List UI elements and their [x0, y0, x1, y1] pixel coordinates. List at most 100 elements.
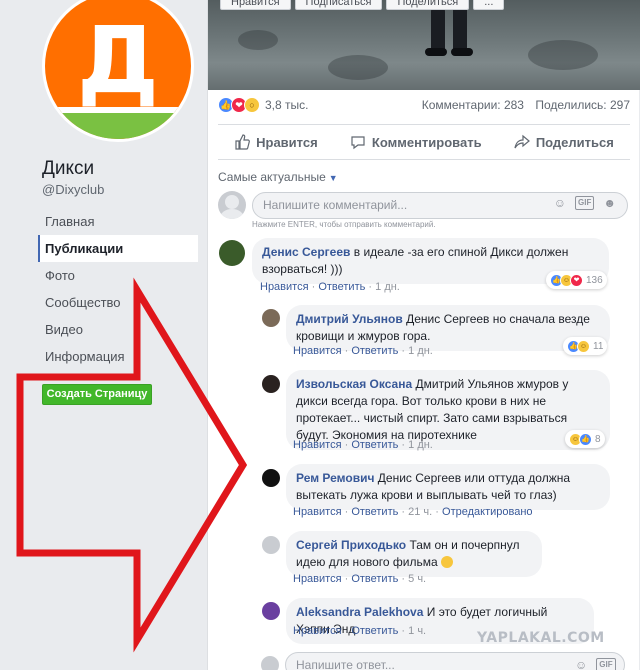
comment-reply-link[interactable]: Ответить [351, 506, 398, 518]
post-card: Нравится Подписаться Поделиться ... 👍 ❤ … [207, 0, 640, 670]
nav-item-community[interactable]: Сообщество [38, 289, 198, 316]
share-button[interactable]: Поделиться [514, 134, 614, 150]
gif-icon[interactable]: GIF [596, 658, 616, 670]
comment-reactions[interactable]: 👍 ☺ ❤ 136 [546, 271, 607, 289]
comment-meta: Нравится · Ответить · 1 дн. [260, 281, 400, 293]
emoji-icon[interactable]: ☺ [575, 658, 587, 670]
comment-reply-link[interactable]: Ответить [351, 573, 398, 585]
thumbs-up-icon [235, 134, 250, 150]
reply-input[interactable]: Напишите ответ... [285, 652, 625, 670]
page-title[interactable]: Дикси [42, 158, 94, 180]
page-handle[interactable]: @Dixyclub [42, 182, 104, 197]
comment-reply-link[interactable]: Ответить [351, 439, 398, 451]
avatar[interactable] [262, 375, 280, 393]
comment-reply-link[interactable]: Ответить [351, 625, 398, 637]
comment-author[interactable]: Извольская Оксана [296, 377, 412, 391]
avatar[interactable] [219, 240, 245, 266]
reaction-count: 136 [586, 274, 603, 286]
speech-bubble-icon [351, 136, 365, 150]
sticker-icon[interactable]: ☻ [603, 196, 616, 210]
create-page-button[interactable]: Создать Страницу [42, 384, 152, 405]
comment-meta: Нравится · Ответить · 21 ч. · Отредактир… [293, 506, 533, 518]
page-logo[interactable]: Д [42, 0, 194, 142]
avatar[interactable] [262, 536, 280, 554]
photo-texture [238, 30, 278, 50]
comment-author[interactable]: Дмитрий Ульянов [296, 312, 403, 326]
comment-like-link[interactable]: Нравится [260, 281, 309, 293]
avatar[interactable] [262, 602, 280, 620]
comment-bubble: Рем Ремович Денис Сергеев или оттуда дол… [286, 464, 610, 510]
comment-bubble: Сергей Приходько Там он и почерпнул идею… [286, 531, 542, 577]
nav-item-home[interactable]: Главная [38, 208, 198, 235]
photo-texture [528, 40, 598, 70]
grin-emoji-icon [440, 556, 453, 568]
post-photo[interactable]: Нравится Подписаться Поделиться ... [208, 0, 640, 90]
comment-button[interactable]: Комментировать [350, 134, 482, 150]
nav-item-posts[interactable]: Публикации [38, 235, 198, 262]
gif-icon[interactable]: GIF [575, 196, 595, 210]
reply-input-tools: ☺ GIF [575, 658, 616, 670]
comment-like-link[interactable]: Нравится [293, 625, 342, 637]
page-nav: Главная Публикации Фото Сообщество Видео… [38, 208, 198, 370]
comment-time[interactable]: 21 ч. [408, 506, 432, 518]
watermark: YAPLAKAL.COM [477, 630, 605, 646]
comment-like-link[interactable]: Нравится [293, 439, 342, 451]
reaction-summary[interactable]: 👍 ❤ ○ 3,8 тыс. [218, 97, 308, 113]
like-label: Нравится [256, 134, 318, 150]
comment-reply-link[interactable]: Ответить [318, 281, 365, 293]
avatar[interactable] [262, 309, 280, 327]
avatar [261, 656, 279, 670]
comment-reactions[interactable]: ☺ 👍 8 [565, 430, 605, 448]
comment-time[interactable]: 5 ч. [408, 573, 426, 585]
comment-label: Комментировать [371, 134, 482, 150]
comment-meta: Нравится · Ответить · 1 дн. [293, 345, 433, 357]
like-page-button[interactable]: Нравится [220, 0, 291, 10]
comments-count[interactable]: Комментарии: 283 [422, 98, 524, 112]
post-counts: Комментарии: 283 Поделились: 297 [414, 98, 630, 112]
comment-meta: Нравится · Ответить · 1 дн. [293, 439, 433, 451]
nav-item-photos[interactable]: Фото [38, 262, 198, 289]
share-label: Поделиться [535, 134, 614, 150]
comment-time[interactable]: 1 дн. [408, 439, 433, 451]
comment-author[interactable]: Aleksandra Palekhova [296, 605, 423, 619]
comment-like-link[interactable]: Нравится [293, 345, 342, 357]
comment-author[interactable]: Рем Ремович [296, 471, 374, 485]
photo-texture [328, 55, 388, 80]
love-reaction-icon: ❤ [570, 273, 583, 287]
comment-meta: Нравится · Ответить · 1 ч. [293, 625, 427, 637]
like-button[interactable]: Нравится [234, 134, 318, 150]
nav-item-videos[interactable]: Видео [38, 316, 198, 343]
comment-meta: Нравится · Ответить · 5 ч. [293, 573, 427, 585]
comment-reply-link[interactable]: Ответить [351, 345, 398, 357]
reaction-count: 3,8 тыс. [265, 98, 309, 112]
emoji-icon[interactable]: ☺ [554, 196, 566, 210]
caret-down-icon: ▼ [328, 173, 338, 183]
comment-author[interactable]: Денис Сергеев [262, 245, 350, 259]
comment-bubble: Извольская Оксана Дмитрий Ульянов жмуров… [286, 370, 610, 450]
logo-letter: Д [77, 7, 159, 114]
left-sidebar: Д Дикси @Dixyclub Главная Публикации Фот… [0, 0, 207, 670]
comment-like-link[interactable]: Нравится [293, 506, 342, 518]
avatar [218, 191, 246, 219]
comment-time[interactable]: 1 ч. [408, 625, 426, 637]
post-action-bar: Нравится Комментировать Поделиться [218, 124, 630, 160]
comment-time[interactable]: 1 дн. [408, 345, 433, 357]
reaction-count: 11 [593, 340, 604, 352]
sort-label: Самые актуальные [218, 170, 326, 184]
nav-item-about[interactable]: Информация [38, 343, 198, 370]
comment-time[interactable]: 1 дн. [375, 281, 400, 293]
haha-reaction-icon: ☺ [577, 339, 590, 353]
comment-reactions[interactable]: 👍 ☺ 11 [563, 337, 608, 355]
logo-green-stripe [45, 107, 191, 139]
share-page-button[interactable]: Поделиться [386, 0, 470, 10]
comment-author[interactable]: Сергей Приходько [296, 538, 406, 552]
more-button[interactable]: ... [473, 0, 505, 10]
comment-like-link[interactable]: Нравится [293, 573, 342, 585]
shares-count[interactable]: Поделились: 297 [535, 98, 630, 112]
comment-sort-dropdown[interactable]: Самые актуальные ▼ [218, 170, 338, 184]
follow-page-button[interactable]: Подписаться [294, 0, 383, 10]
enter-hint: Нажмите ENTER, чтобы отправить комментар… [252, 220, 436, 229]
avatar[interactable] [262, 469, 280, 487]
edited-label[interactable]: Отредактировано [442, 506, 533, 518]
reaction-count: 8 [595, 433, 601, 445]
